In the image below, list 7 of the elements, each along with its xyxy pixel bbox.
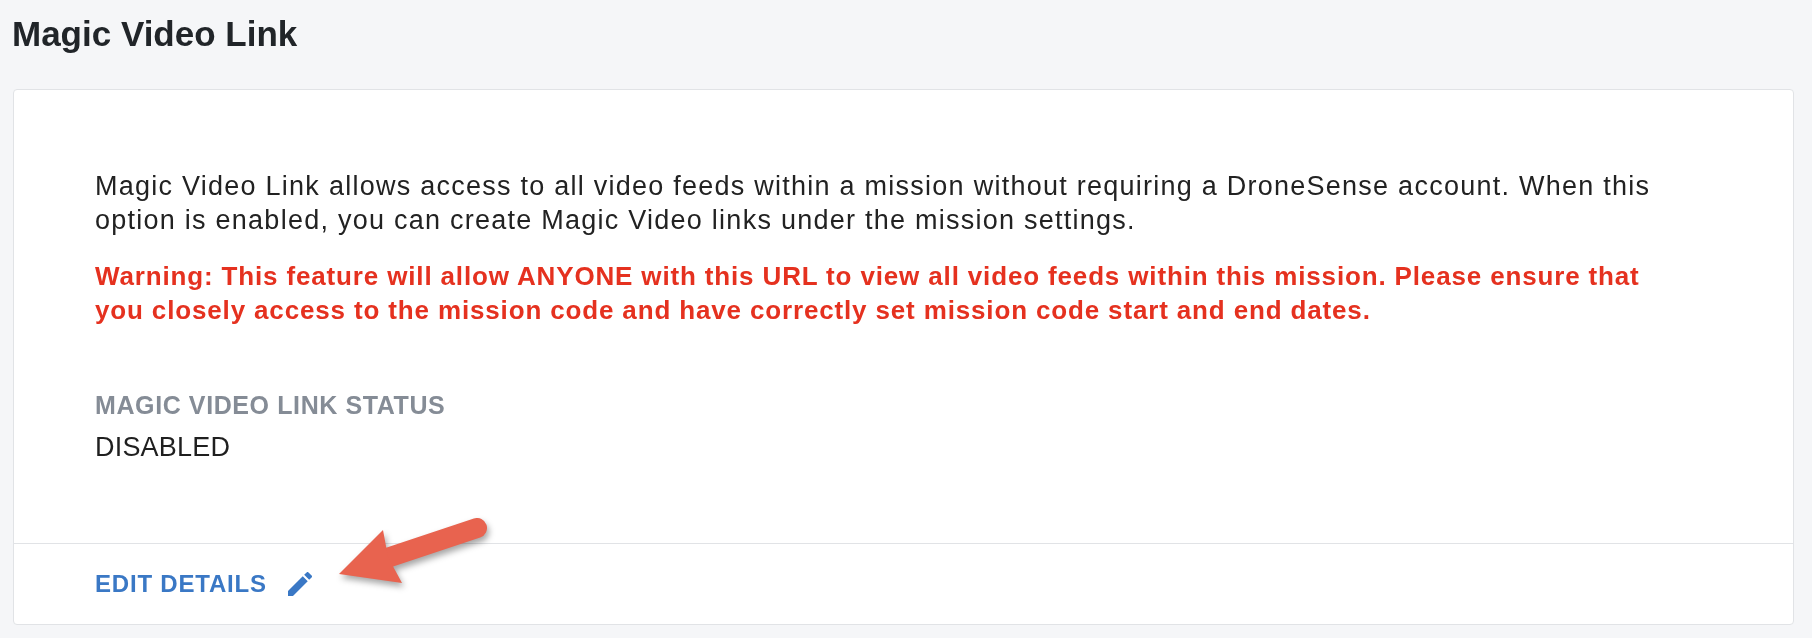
warning-text: Warning: This feature will allow ANYONE with this URL to view all video feeds within this mission. Please ensure that you closely access to the mission code and have correctly set mission code start and end dates. xyxy=(95,260,1641,327)
description-text: Magic Video Link allows access to all video feeds within a mission without requiring a DroneSense account. When this option is enabled, you can create Magic Video links under the mission settings. xyxy=(95,170,1652,237)
pencil-icon xyxy=(287,572,312,596)
status-value: DISABLED xyxy=(95,431,231,463)
page-title: Magic Video Link xyxy=(12,13,298,55)
status-label: MAGIC VIDEO LINK STATUS xyxy=(95,390,446,420)
edit-details-button[interactable]: EDIT DETAILS xyxy=(95,569,312,599)
